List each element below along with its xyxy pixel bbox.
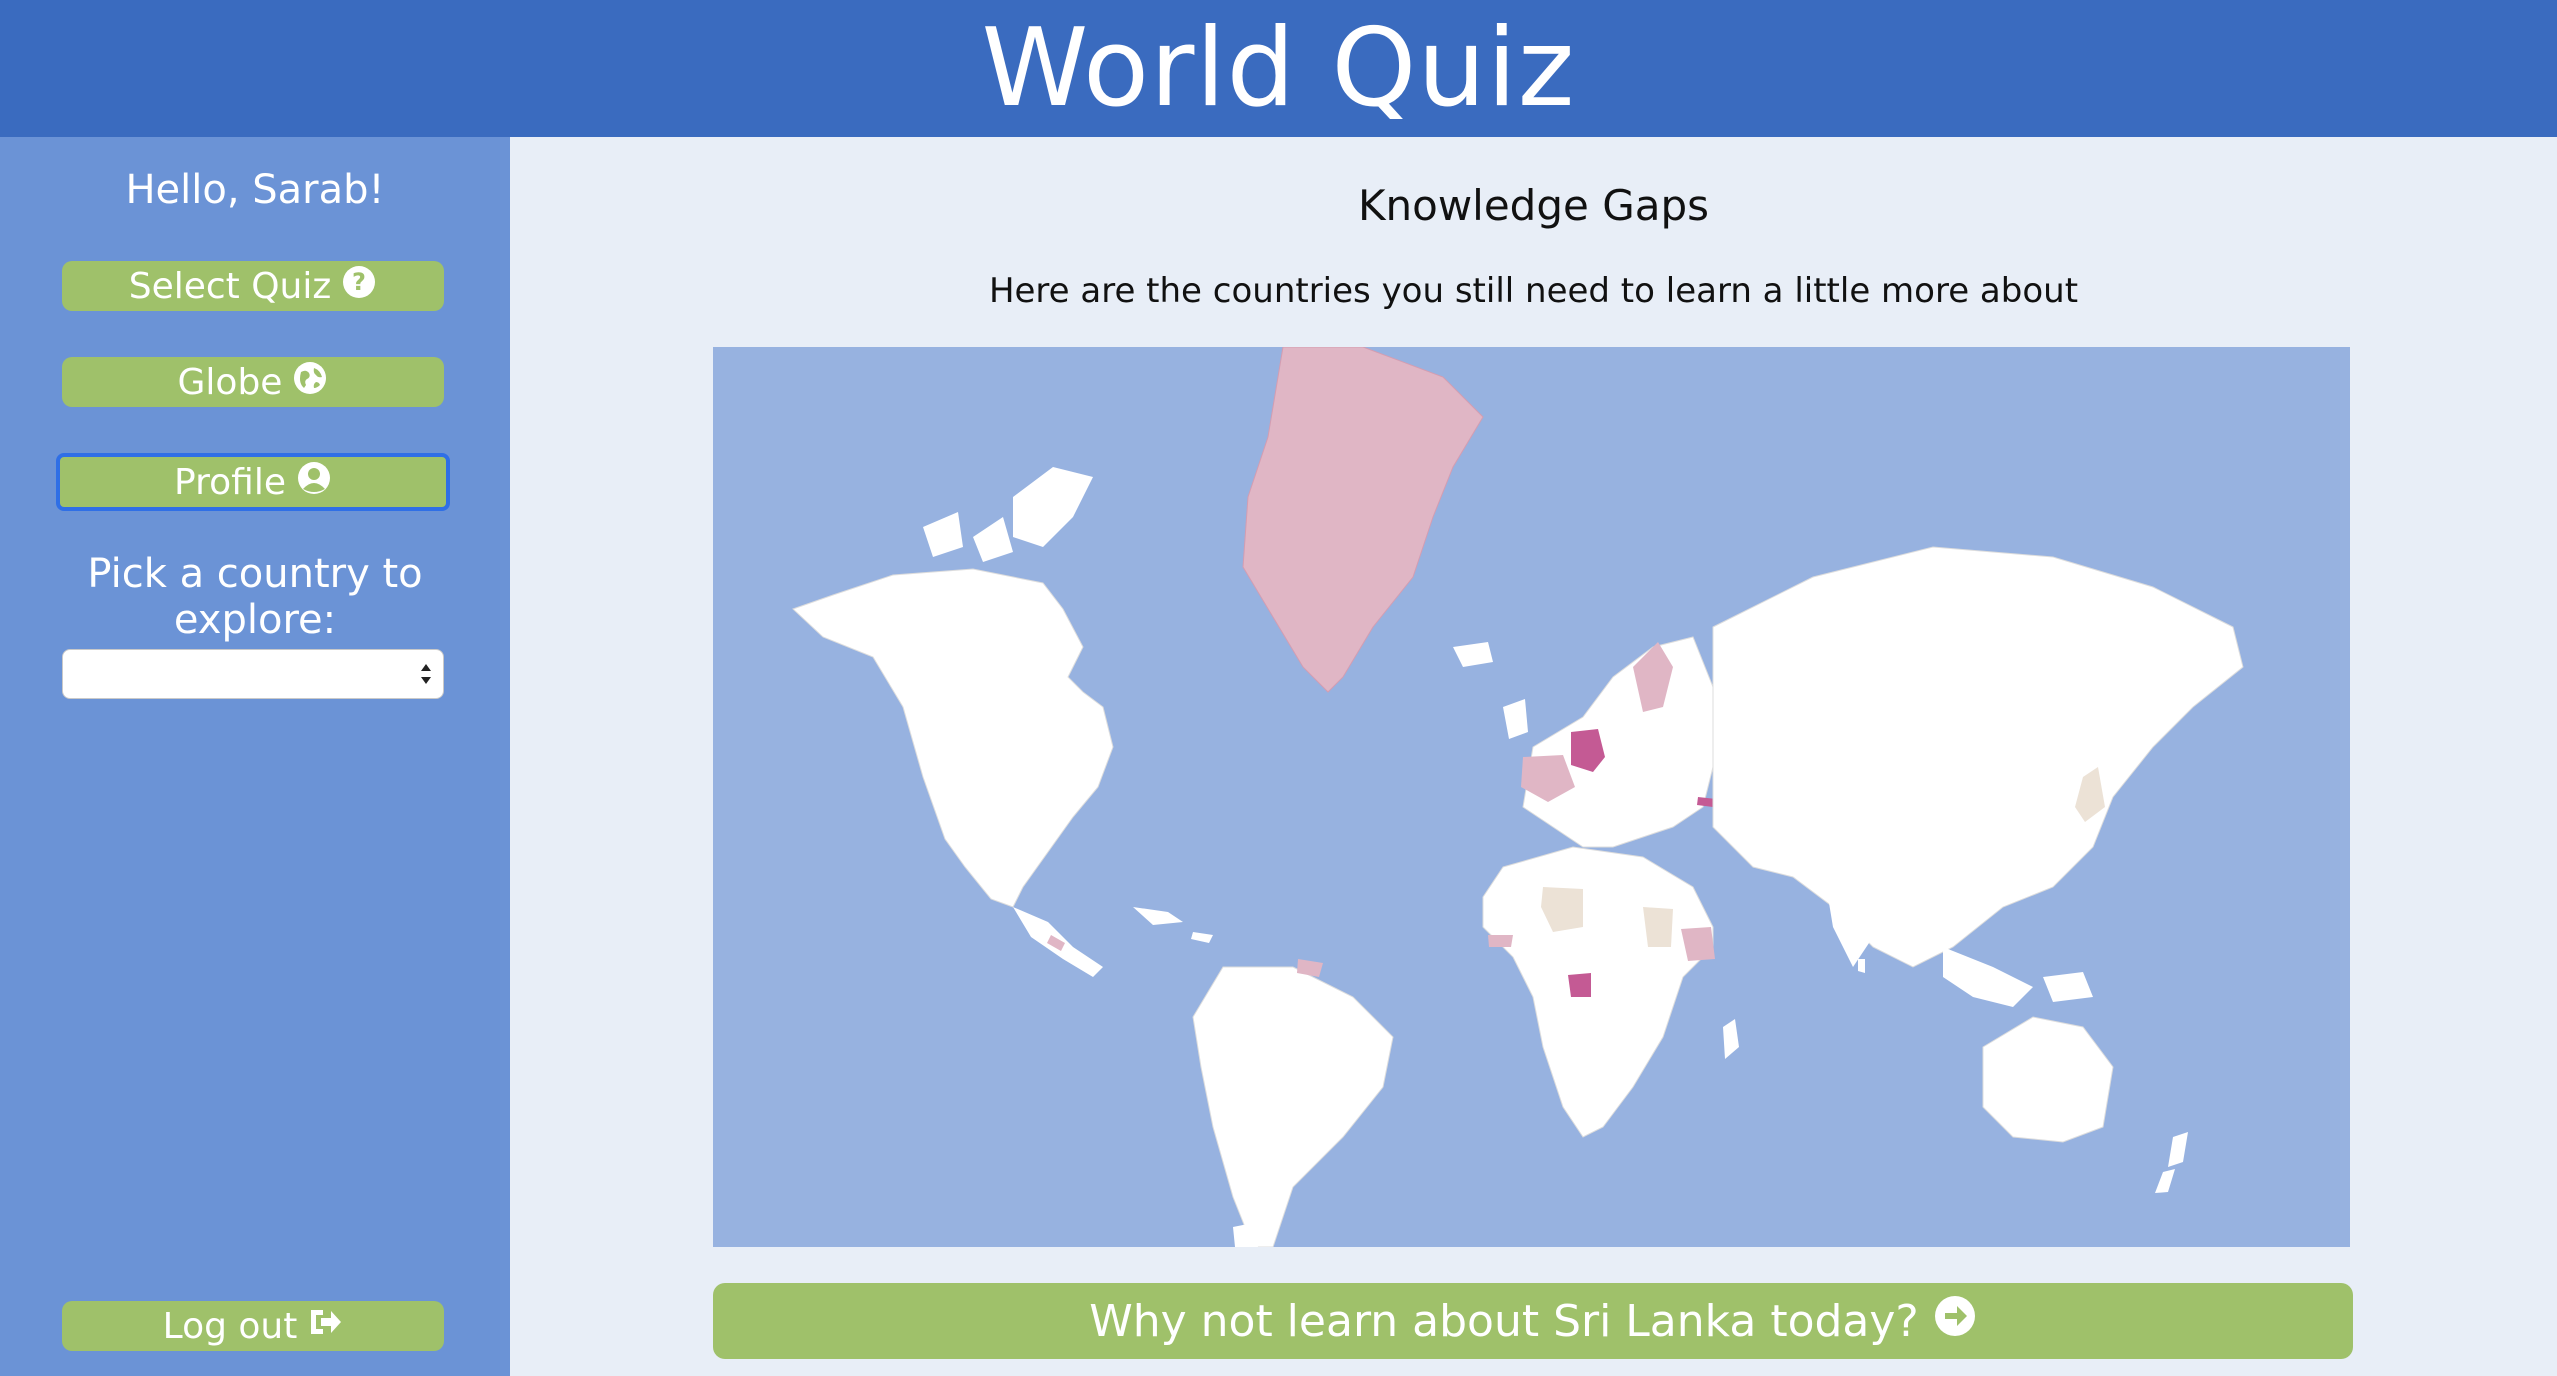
map-sri-lanka[interactable] [1858, 959, 1865, 973]
world-map-svg [713, 347, 2350, 1247]
greeting-text: Hello, Sarab! [125, 167, 385, 213]
profile-button[interactable]: Profile [56, 453, 450, 511]
globe-icon [292, 360, 328, 405]
learn-country-label: Why not learn about Sri Lanka today? [1089, 1295, 1919, 1347]
map-gabon-gap[interactable] [1568, 973, 1591, 997]
app-title: World Quiz [981, 5, 1576, 131]
select-quiz-label: Select Quiz [128, 265, 332, 307]
sidebar: Hello, Sarab! Select Quiz ? Globe Profil… [0, 137, 510, 1376]
pick-country-label: Pick a country to explore: [87, 551, 423, 643]
profile-label: Profile [174, 461, 286, 503]
globe-label: Globe [177, 361, 283, 403]
logout-button[interactable]: Log out [62, 1301, 444, 1351]
arrow-circle-right-icon [1933, 1294, 1977, 1349]
page-heading: Knowledge Gaps [1357, 181, 1710, 230]
learn-country-button[interactable]: Why not learn about Sri Lanka today? [713, 1283, 2353, 1359]
map-west-africa-gap[interactable] [1488, 935, 1513, 947]
select-arrows-icon [419, 658, 433, 690]
logout-label: Log out [162, 1305, 298, 1347]
app-header: World Quiz [0, 0, 2557, 137]
svg-text:?: ? [352, 268, 366, 296]
user-circle-icon [296, 460, 332, 505]
globe-button[interactable]: Globe [62, 357, 444, 407]
select-quiz-button[interactable]: Select Quiz ? [62, 261, 444, 311]
question-circle-icon: ? [341, 264, 377, 309]
page-subtitle: Here are the countries you still need to… [988, 271, 2079, 311]
sign-out-icon [307, 1304, 343, 1349]
country-select[interactable] [62, 649, 444, 699]
main-content: Knowledge Gaps Here are the countries yo… [510, 137, 2557, 1376]
world-map[interactable] [713, 347, 2350, 1247]
